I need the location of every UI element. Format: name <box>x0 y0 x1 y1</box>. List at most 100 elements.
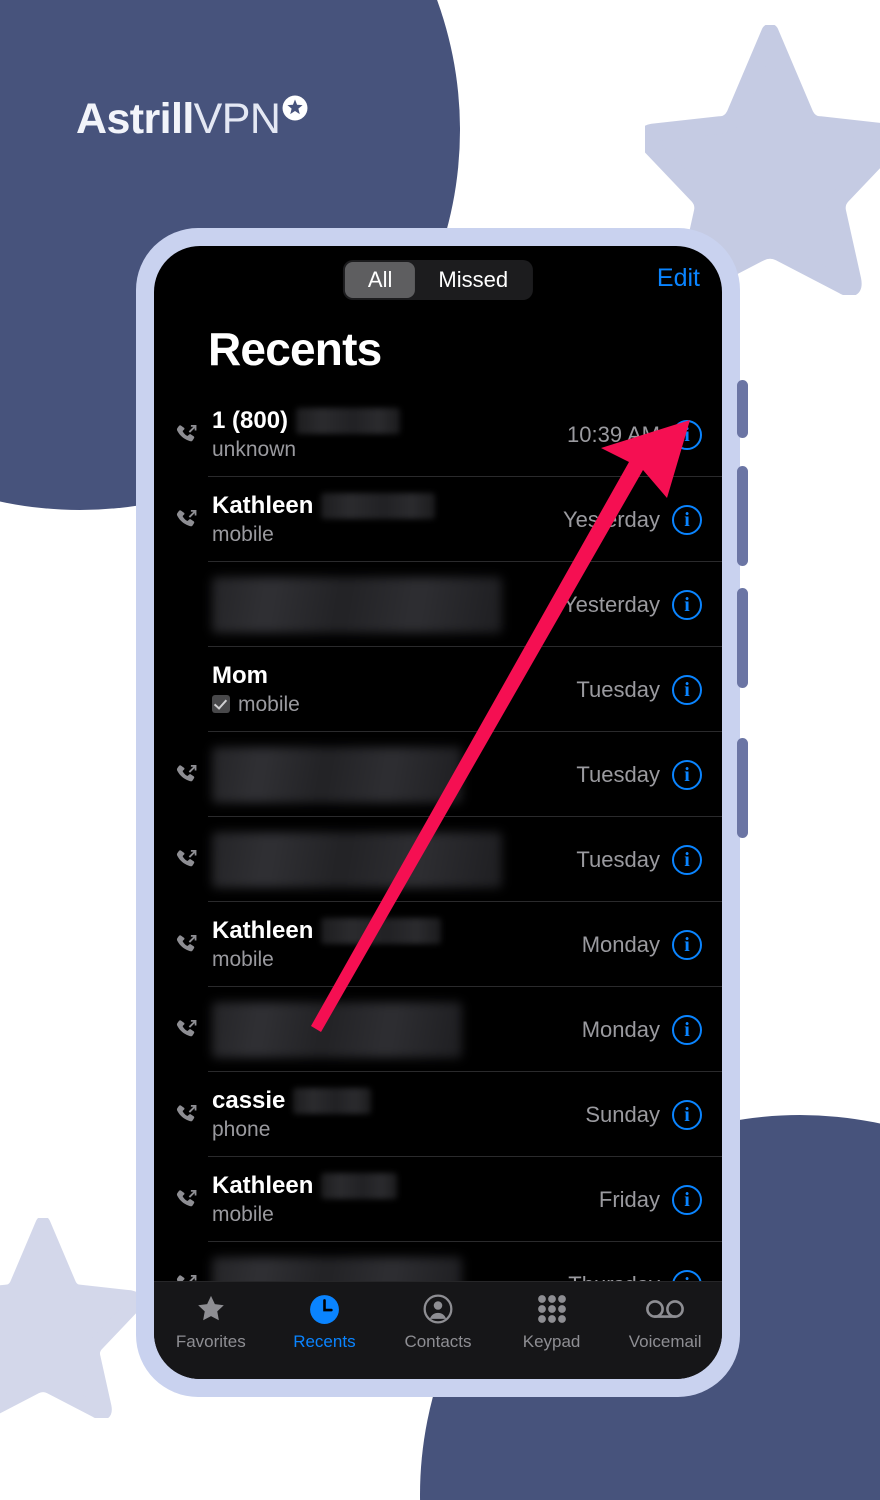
tab-favorites[interactable]: Favorites <box>154 1292 268 1350</box>
call-type-icon-slot <box>166 847 208 873</box>
call-meta: Tuesday i <box>576 674 702 705</box>
phone-device-frame: All Missed Edit Recents 1 (800) unknown 10… <box>136 228 748 1397</box>
call-contact-name-text: Kathleen <box>212 916 314 944</box>
info-circle-icon[interactable]: i <box>672 674 702 705</box>
call-timestamp: Tuesday <box>576 846 660 872</box>
call-row[interactable]: Yesterday i <box>154 562 722 647</box>
call-row[interactable]: cassie phone Sunday i <box>154 1072 722 1157</box>
page-title: Recents <box>208 323 382 375</box>
call-row[interactable]: 1 (800) unknown 10:39 AM i <box>154 392 722 477</box>
segment-all[interactable]: All <box>344 262 416 298</box>
call-row[interactable]: Kathleen mobile Yesterday i <box>154 477 722 562</box>
info-circle-icon[interactable]: i <box>672 759 702 790</box>
navigation-bar: All Missed Edit <box>154 246 722 310</box>
tab-voicemail[interactable]: Voicemail <box>608 1292 722 1350</box>
call-info: Mom mobile <box>208 662 576 717</box>
call-contact-name: 1 (800) <box>212 407 567 435</box>
star-badge-icon <box>282 95 308 126</box>
tab-label: Voicemail <box>628 1332 702 1351</box>
call-info <box>208 831 576 888</box>
redacted-number <box>321 1172 398 1199</box>
phone-button-volume-down[interactable] <box>737 588 748 688</box>
clock-icon <box>308 1293 341 1326</box>
info-circle-icon[interactable]: i <box>672 929 702 960</box>
call-info: cassie phone <box>208 1087 585 1142</box>
call-subtitle-text: mobile <box>212 522 274 546</box>
call-timestamp: Sunday <box>585 1101 660 1127</box>
call-timestamp: Yesterday <box>562 506 660 532</box>
segment-missed[interactable]: Missed <box>415 262 531 298</box>
tab-icon-slot <box>645 1292 685 1326</box>
tab-contacts[interactable]: Contacts <box>381 1292 495 1350</box>
redacted-contact-block <box>212 576 502 633</box>
filter-segmented-control[interactable]: All Missed <box>342 260 534 300</box>
info-circle-icon[interactable]: i <box>672 1184 702 1215</box>
info-circle-icon[interactable]: i <box>672 1014 702 1045</box>
call-meta: Yesterday i <box>562 504 702 535</box>
outgoing-call-icon <box>174 1187 200 1213</box>
call-subtitle: phone <box>212 1117 585 1142</box>
redacted-contact-block <box>212 1001 462 1058</box>
info-circle-icon[interactable]: i <box>672 504 702 535</box>
brand-name-light: VPN <box>193 95 281 143</box>
tab-icon-slot <box>308 1292 341 1326</box>
checkmark-icon <box>212 695 230 714</box>
info-circle-icon[interactable]: i <box>672 419 702 450</box>
call-subtitle-text: phone <box>212 1117 271 1141</box>
call-subtitle: mobile <box>212 1202 599 1227</box>
info-circle-icon[interactable]: i <box>672 844 702 875</box>
tab-icon-slot <box>195 1292 227 1326</box>
call-type-icon-slot <box>166 932 208 958</box>
call-info <box>208 746 576 803</box>
call-info <box>208 1001 582 1058</box>
keypad-dots-icon <box>537 1294 567 1324</box>
info-circle-icon[interactable]: i <box>672 1099 702 1130</box>
call-timestamp: Monday <box>581 931 660 957</box>
outgoing-call-icon <box>174 932 200 958</box>
phone-button-mute[interactable] <box>737 380 748 438</box>
outgoing-call-icon <box>174 1017 200 1043</box>
phone-screen: All Missed Edit Recents 1 (800) unknown 10… <box>154 246 722 1379</box>
call-info: 1 (800) unknown <box>208 407 567 462</box>
call-type-icon-slot <box>166 762 208 788</box>
call-timestamp: Tuesday <box>576 676 660 702</box>
call-info: Kathleen mobile <box>208 492 563 547</box>
call-meta: Tuesday i <box>576 844 702 875</box>
tab-recents[interactable]: Recents <box>268 1292 382 1350</box>
call-info <box>208 576 563 633</box>
call-contact-name: cassie <box>212 1087 585 1115</box>
call-contact-name-text: Mom <box>212 661 268 689</box>
call-timestamp: Yesterday <box>562 591 660 617</box>
outgoing-call-icon <box>174 422 200 448</box>
person-circle-icon <box>422 1293 454 1325</box>
call-row[interactable]: Tuesday i <box>154 817 722 902</box>
tab-icon-slot <box>537 1292 567 1326</box>
call-subtitle: mobile <box>212 692 576 717</box>
call-row[interactable]: Kathleen mobile Monday i <box>154 902 722 987</box>
phone-button-volume-up[interactable] <box>737 466 748 566</box>
call-info: Kathleen mobile <box>208 1172 599 1227</box>
edit-button[interactable]: Edit <box>657 265 700 291</box>
call-type-icon-slot <box>166 1187 208 1213</box>
outgoing-call-icon <box>174 1102 200 1128</box>
brand-name-bold: Astrill <box>76 95 194 143</box>
call-row[interactable]: Tuesday i <box>154 732 722 817</box>
call-row[interactable]: Mom mobile Tuesday i <box>154 647 722 732</box>
screenshot-canvas: Astrill VPN All Missed Edit Recents 1 (8… <box>0 0 880 1500</box>
call-contact-name-text: 1 (800) <box>212 406 289 434</box>
background-star-bottom-left <box>0 1218 138 1418</box>
call-meta: Tuesday i <box>576 759 702 790</box>
call-meta: Yesterday i <box>562 589 702 620</box>
call-row[interactable]: Monday i <box>154 987 722 1072</box>
call-contact-name-text: Kathleen <box>212 491 314 519</box>
phone-button-power[interactable] <box>737 738 748 838</box>
info-circle-icon[interactable]: i <box>672 589 702 620</box>
call-contact-name: Kathleen <box>212 1172 599 1200</box>
call-type-icon-slot <box>166 1102 208 1128</box>
bottom-tab-bar: Favorites Recents Contacts Keypad Voicemail <box>154 1281 722 1379</box>
call-subtitle-text: mobile <box>212 1202 274 1226</box>
redacted-number <box>296 407 401 434</box>
call-subtitle: mobile <box>212 947 582 972</box>
tab-keypad[interactable]: Keypad <box>495 1292 609 1350</box>
call-row[interactable]: Kathleen mobile Friday i <box>154 1157 722 1242</box>
